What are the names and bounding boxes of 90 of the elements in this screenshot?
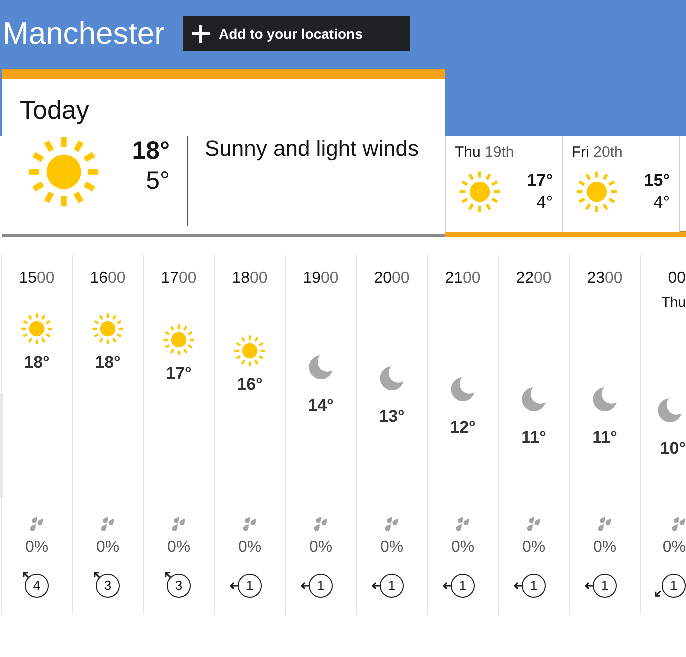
- moon-icon: [380, 366, 404, 391]
- wind-speed: 3: [96, 574, 120, 598]
- raindrops-icon: [527, 516, 541, 532]
- rain-chance-label: 0%: [25, 538, 49, 558]
- rain-chance-label: 0%: [309, 538, 333, 558]
- wind-speed: 1: [309, 574, 333, 598]
- sun-icon: [163, 324, 195, 356]
- raindrops-icon: [243, 516, 257, 532]
- wind-speed: 1: [380, 574, 404, 598]
- rain-chance-label: 0%: [96, 538, 120, 558]
- hour-label: 1900: [303, 269, 339, 289]
- wind-speed: 1: [451, 574, 475, 598]
- raindrops-icon: [101, 516, 115, 532]
- arrow-icon: [371, 581, 381, 591]
- moon-icon: [522, 387, 546, 412]
- rain-chance-label: 0%: [451, 538, 475, 558]
- arrow-icon: [21, 570, 31, 580]
- arrow-icon: [584, 581, 594, 591]
- low-temperature: 5°: [145, 166, 170, 196]
- temperature-label: 16°: [237, 374, 263, 394]
- rain-chance-label: 0%: [522, 538, 546, 558]
- location-title: Manchester: [3, 16, 165, 51]
- wind-speed: 4: [25, 574, 49, 598]
- weather-summary: Sunny and light winds: [205, 136, 420, 162]
- raindrops-icon: [385, 516, 399, 532]
- moon-icon: [658, 398, 682, 423]
- raindrops-icon: [598, 516, 612, 532]
- moon-icon: [593, 387, 617, 412]
- sun-icon: [234, 334, 266, 366]
- day-card[interactable]: Today 18° 5° Sunny and light winds: [2, 69, 445, 237]
- wind-speed: 1: [593, 574, 617, 598]
- raindrops-icon: [172, 516, 186, 532]
- sun-icon: [459, 171, 501, 213]
- rain-chance-label: 0%: [380, 538, 404, 558]
- rain-chance-label: 0%: [662, 538, 686, 558]
- day-tab[interactable]: Thu 19th 17° 4°: [445, 136, 562, 232]
- temperature-label: 10°: [660, 439, 686, 459]
- hour-label: 2200: [516, 269, 552, 289]
- moon-icon: [451, 376, 475, 402]
- temperature-label: 13°: [379, 406, 405, 427]
- day-label: Fri 20th: [572, 144, 624, 162]
- add-location-button[interactable]: Add to your locations: [182, 16, 410, 51]
- sun-icon: [28, 136, 100, 208]
- raindrops-icon: [672, 516, 686, 532]
- high-temperature: 17°: [527, 170, 553, 192]
- raindrops-icon: [30, 516, 44, 532]
- wind-speed: 1: [522, 574, 546, 598]
- low-temperature: 4°: [536, 192, 553, 214]
- sun-icon: [92, 313, 124, 345]
- hour-label: 2300: [587, 269, 623, 289]
- plus-icon: [192, 24, 210, 42]
- hour-label: 00: [668, 269, 686, 289]
- arrow-icon: [300, 581, 310, 591]
- hour-label: 2100: [445, 269, 481, 289]
- day-marker-label: Thu: [662, 293, 686, 312]
- hour-label: 2000: [374, 269, 410, 289]
- raindrops-icon: [456, 516, 470, 532]
- hour-label: 1500: [19, 269, 55, 289]
- rain-chance-label: 0%: [167, 538, 191, 558]
- temperature-label: 11°: [522, 428, 546, 448]
- raindrops-icon: [314, 516, 328, 532]
- arrow-icon: [92, 570, 102, 580]
- hour-label: 1700: [161, 269, 197, 289]
- temperature-label: 14°: [308, 396, 334, 416]
- temperature-label: 11°: [592, 428, 618, 448]
- arrow-icon: [653, 589, 663, 599]
- high-temperature: 18°: [131, 136, 170, 166]
- sun-icon: [21, 313, 53, 345]
- moon-icon: [309, 355, 333, 380]
- arrow-icon: [442, 581, 452, 591]
- temperature-label: 18°: [95, 353, 121, 373]
- low-temperature: 4°: [652, 192, 670, 214]
- rain-chance-label: 0%: [593, 538, 617, 558]
- day-title: Today: [20, 95, 90, 125]
- day-tab[interactable]: Fri 20th 15° 4°: [562, 136, 680, 232]
- arrow-icon: [513, 581, 523, 591]
- hour-label: 1600: [90, 269, 126, 289]
- temperature-label: 17°: [166, 364, 192, 384]
- temperature-label: 18°: [24, 353, 50, 373]
- day-label: Thu 19th: [455, 144, 516, 162]
- hour-label: 1800: [232, 269, 268, 289]
- wind-speed: 1: [662, 574, 686, 598]
- arrow-icon: [163, 570, 173, 580]
- wind-speed: 1: [238, 574, 262, 598]
- high-temperature: 15°: [644, 170, 670, 192]
- rain-chance-label: 0%: [238, 538, 262, 558]
- wind-speed: 3: [167, 574, 191, 598]
- arrow-icon: [229, 581, 239, 591]
- sun-icon: [576, 171, 618, 213]
- temperature-label: 12°: [450, 418, 476, 438]
